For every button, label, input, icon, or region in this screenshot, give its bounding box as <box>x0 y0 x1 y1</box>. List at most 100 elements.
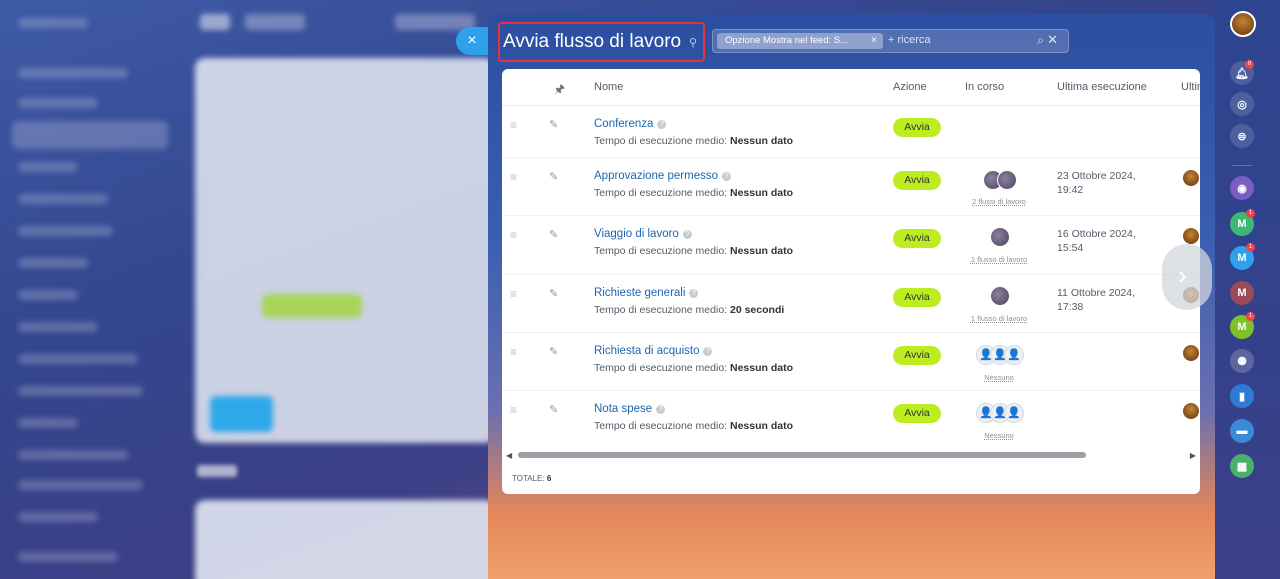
running-count-link[interactable]: 2 flussi di lavoro <box>964 197 1034 206</box>
running-none-label: Nessuno <box>984 373 1014 382</box>
chat-avatar-m[interactable]: M <box>1230 281 1254 305</box>
search-chat-icon[interactable]: ⊜ <box>1230 124 1254 148</box>
running-avatars[interactable] <box>970 170 1030 192</box>
empty-avatars: 👤👤👤 <box>970 403 1030 425</box>
user-avatar[interactable] <box>1183 403 1199 419</box>
start-button[interactable]: Avvia <box>893 404 941 423</box>
next-arrow-button[interactable]: › <box>1162 244 1212 310</box>
blurred-green-button <box>262 294 362 318</box>
duration-text: Tempo di esecuzione medio: Nessun dato <box>594 245 794 257</box>
help-icon[interactable]: ? <box>656 405 666 414</box>
pin-icon[interactable]: ✎ <box>549 228 558 241</box>
column-header-action[interactable]: Azione <box>893 81 927 93</box>
user-avatar[interactable] <box>1183 170 1199 186</box>
horizontal-scrollbar[interactable]: ◀ ▶ <box>506 451 1196 460</box>
pin-icon[interactable]: ✎ <box>549 170 558 183</box>
help-icon[interactable]: ? <box>689 289 699 298</box>
table-row[interactable]: ≡ ✎ Richiesta di acquisto? Tempo di esec… <box>502 332 1200 391</box>
duration-text: Tempo di esecuzione medio: Nessun dato <box>594 135 794 147</box>
help-icon[interactable]: ? <box>703 347 713 356</box>
workflow-name-link[interactable]: Nota spese? <box>594 403 666 415</box>
blurred-content <box>195 58 495 443</box>
column-header-running[interactable]: In corso <box>965 81 1004 93</box>
activity-icon[interactable]: ◎ <box>1230 92 1254 116</box>
duration-text: Tempo di esecuzione medio: Nessun dato <box>594 187 794 199</box>
table-row[interactable]: ≡ ✎ Approvazione permesso? Tempo di esec… <box>502 157 1200 216</box>
profile-avatar[interactable] <box>1230 11 1256 37</box>
table-row[interactable]: ≡ ✎ Conferenza? Tempo di esecuzione medi… <box>502 105 1200 158</box>
workflow-name-link[interactable]: Richieste generali? <box>594 287 699 299</box>
column-header-last-run[interactable]: Ultima esecuzione <box>1057 81 1147 93</box>
column-header-last-user[interactable]: Ultim <box>1181 81 1200 93</box>
workflow-name-link[interactable]: Viaggio di lavoro? <box>594 228 692 240</box>
chat-badge: 1 <box>1246 209 1255 218</box>
last-run-date: 11 Ottobre 2024, 17:38 <box>1057 287 1136 313</box>
pin-icon[interactable]: ⚲ <box>689 36 697 49</box>
user-avatar[interactable] <box>1183 345 1199 361</box>
group-chat-icon[interactable]: ⚉ <box>1230 349 1254 373</box>
table-row[interactable]: ≡ ✎ Richieste generali? Tempo di esecuzi… <box>502 274 1200 333</box>
duration-text: Tempo di esecuzione medio: Nessun dato <box>594 362 794 374</box>
filter-search-bar[interactable]: Opzione Mostra nel feed: S... × + ricerc… <box>712 29 1069 53</box>
start-button[interactable]: Avvia <box>893 346 941 365</box>
start-button[interactable]: Avvia <box>893 229 941 248</box>
workflow-name-link[interactable]: Richiesta di acquisto? <box>594 345 713 357</box>
message-icon[interactable]: ▬ <box>1230 419 1254 443</box>
pin-icon[interactable]: ✎ <box>549 287 558 300</box>
start-button[interactable]: Avvia <box>893 288 941 307</box>
scroll-left-icon[interactable]: ◀ <box>506 451 512 460</box>
start-button[interactable]: Avvia <box>893 118 941 137</box>
notification-badge: 8 <box>1245 60 1254 69</box>
running-avatars[interactable] <box>970 227 1030 249</box>
running-avatars[interactable] <box>970 286 1030 308</box>
filter-chip[interactable]: Opzione Mostra nel feed: S... × <box>717 33 883 49</box>
filter-chip-label: Opzione Mostra nel feed: S... <box>725 35 849 46</box>
drag-handle-icon[interactable]: ≡ <box>510 118 522 132</box>
help-icon[interactable]: ? <box>722 172 732 181</box>
pin-icon[interactable]: ✎ <box>549 118 558 131</box>
last-run-date: 16 Ottobre 2024, 15:54 <box>1057 228 1136 254</box>
drag-handle-icon[interactable]: ≡ <box>510 403 522 417</box>
blurred-blue-button <box>210 396 273 432</box>
blurred-topbar <box>195 10 495 36</box>
search-input[interactable]: + ricerca <box>888 34 931 46</box>
user-avatar[interactable] <box>990 286 1010 306</box>
chat-badge: 1 <box>1246 312 1255 321</box>
help-icon[interactable]: ? <box>657 120 667 129</box>
scroll-right-icon[interactable]: ▶ <box>1190 451 1196 460</box>
workflow-name-link[interactable]: Conferenza? <box>594 118 667 130</box>
user-avatar[interactable] <box>1183 228 1199 244</box>
close-slider-button[interactable]: × <box>456 27 488 55</box>
drag-handle-icon[interactable]: ≡ <box>510 228 522 242</box>
drag-handle-icon[interactable]: ≡ <box>510 345 522 359</box>
user-placeholder-icon: 👤 <box>1004 345 1024 365</box>
bookmark-icon[interactable]: ▮ <box>1230 384 1254 408</box>
page-title: Avvia flusso di lavoro <box>503 31 682 52</box>
blurred-feed-label <box>197 465 237 477</box>
calendar-icon[interactable]: ▦ <box>1230 454 1254 478</box>
drag-handle-icon[interactable]: ≡ <box>510 287 522 301</box>
copilot-icon[interactable]: ◉ <box>1230 176 1254 200</box>
workflow-table-card: 🖈 Nome Azione In corso Ultima esecuzione… <box>502 69 1200 494</box>
scrollbar-thumb[interactable] <box>518 452 1086 458</box>
search-icon[interactable]: ⌕ <box>1037 33 1044 48</box>
table-row[interactable]: ≡ ✎ Nota spese? Tempo di esecuzione medi… <box>502 390 1200 448</box>
user-placeholder-icon: 👤 <box>1004 403 1024 423</box>
chip-close-icon[interactable]: × <box>871 33 877 49</box>
pin-icon[interactable]: ✎ <box>549 403 558 416</box>
drag-handle-icon[interactable]: ≡ <box>510 170 522 184</box>
running-count-link[interactable]: 1 flusso di lavoro <box>964 255 1034 264</box>
pin-icon[interactable]: ✎ <box>549 345 558 358</box>
total-count: TOTALE: 6 <box>512 474 552 483</box>
clear-icon[interactable]: ✕ <box>1047 32 1058 48</box>
running-count-link[interactable]: 1 flusso di lavoro <box>964 314 1034 323</box>
table-row[interactable]: ≡ ✎ Viaggio di lavoro? Tempo di esecuzio… <box>502 215 1200 275</box>
help-icon[interactable]: ? <box>682 230 692 239</box>
user-avatar[interactable] <box>997 170 1017 190</box>
workflow-name-link[interactable]: Approvazione permesso? <box>594 170 732 182</box>
duration-text: Tempo di esecuzione medio: 20 secondi <box>594 304 785 316</box>
running-none-label: Nessuno <box>984 431 1014 440</box>
user-avatar[interactable] <box>990 227 1010 247</box>
column-header-name[interactable]: Nome <box>594 81 623 93</box>
start-button[interactable]: Avvia <box>893 171 941 190</box>
